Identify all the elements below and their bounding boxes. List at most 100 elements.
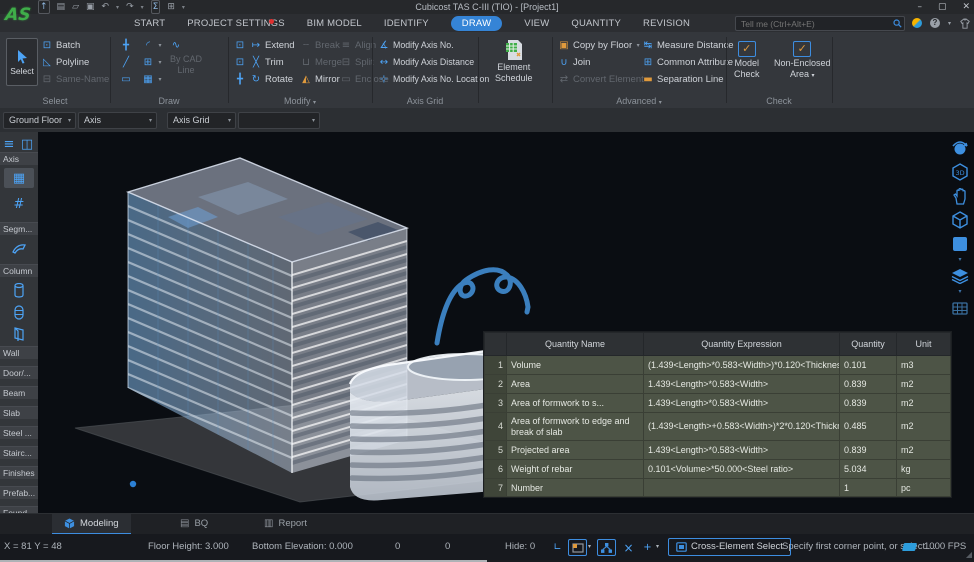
tab-draw[interactable]: DRAW xyxy=(451,16,502,31)
sidebar-group-finishes[interactable]: Finishes xyxy=(0,466,38,479)
hatch-tool-icon[interactable]: ⊞▾ xyxy=(142,54,163,70)
cross-element-select-button[interactable]: Cross-Element Select xyxy=(668,538,791,556)
tab-bim-model[interactable]: BIM MODEL xyxy=(307,18,362,29)
view-3d-icon[interactable]: 3D xyxy=(949,162,971,182)
same-name-select-button[interactable]: ⊟Same-Name xyxy=(41,71,109,87)
ortho-axes-icon[interactable]: ∟ xyxy=(548,539,567,556)
rotate-button[interactable]: ↻Rotate xyxy=(250,71,295,87)
floor-grid-icon[interactable] xyxy=(949,298,971,318)
table-row[interactable]: 1Volume (1.439<Length>*0.583<Width>)*0.1… xyxy=(485,356,951,375)
paint-icon[interactable] xyxy=(902,543,917,551)
help-icon[interactable]: ? xyxy=(930,18,940,28)
column-poly-icon[interactable] xyxy=(4,324,34,344)
redo-icon[interactable]: ↷ xyxy=(126,1,134,13)
rect-select-caret-icon[interactable]: ▾ xyxy=(588,534,591,560)
resize-grip[interactable]: ◢ xyxy=(966,550,972,559)
common-attribute-button[interactable]: ⊞Common Attribute xyxy=(642,54,734,70)
merge-button[interactable]: ⊔Merge xyxy=(300,54,342,70)
solid-view-icon[interactable] xyxy=(949,234,971,254)
maximize-button[interactable]: ▢ xyxy=(938,0,947,14)
solid-view-caret-icon[interactable]: ▾ xyxy=(958,258,961,262)
schedule-grid-icon[interactable]: ⊞ xyxy=(167,1,175,13)
layers-caret-icon[interactable]: ▾ xyxy=(958,290,961,294)
wireframe-cube-icon[interactable] xyxy=(949,210,971,230)
axis-grid-icon[interactable]: ▦ xyxy=(4,168,34,188)
sidebar-group-steel[interactable]: Steel ... xyxy=(0,426,38,439)
help-caret-icon[interactable]: ▾ xyxy=(948,20,951,27)
extend-button[interactable]: ↦Extend xyxy=(250,37,295,53)
separation-line-button[interactable]: ▬Separation Line xyxy=(642,71,734,87)
sidebar-group-column[interactable]: Column xyxy=(0,264,38,277)
sidebar-group-staircase[interactable]: Stairc... xyxy=(0,446,38,459)
sum-icon[interactable]: Σ xyxy=(151,0,161,14)
linked-elements-icon[interactable] xyxy=(597,539,616,556)
modify-axis-no-location-button[interactable]: ⊹Modify Axis No. Location xyxy=(378,71,489,87)
non-enclosed-area-button[interactable]: ✓ Non-Enclosed Area ▾ xyxy=(774,41,831,81)
layers-icon[interactable] xyxy=(949,266,971,286)
table-row[interactable]: 3Area of formwork to s... 1.439<Length>*… xyxy=(485,394,951,413)
element-name-dropdown[interactable]: Axis▾ xyxy=(78,112,157,129)
modify-axis-no-button[interactable]: ∡Modify Axis No. xyxy=(378,37,489,53)
sidebar-group-slab[interactable]: Slab xyxy=(0,406,38,419)
trim-button[interactable]: ╳Trim xyxy=(250,54,295,70)
pan-icon[interactable] xyxy=(949,186,971,206)
tab-report[interactable]: ▥Report xyxy=(252,514,319,533)
floor-dropdown[interactable]: Ground Floor▾ xyxy=(3,112,76,129)
tab-modeling[interactable]: Modeling xyxy=(52,514,131,535)
tellme-search[interactable] xyxy=(735,16,905,31)
arc-tool-icon[interactable]: ◜▾ xyxy=(142,37,163,53)
spline-tool-icon[interactable]: ∿ xyxy=(170,37,202,53)
sidebar-group-door[interactable]: Door/... xyxy=(0,366,38,379)
rect-tool-icon[interactable]: ▭ xyxy=(120,71,132,87)
group-label-advanced[interactable]: Advanced ▾ xyxy=(552,96,726,106)
brand-icon[interactable] xyxy=(912,18,922,28)
tab-start[interactable]: START xyxy=(134,18,165,29)
tab-bq[interactable]: ▤BQ xyxy=(168,514,220,533)
measure-distance-button[interactable]: ↹Measure Distance xyxy=(642,37,734,53)
sidebar-group-axis[interactable]: Axis xyxy=(0,152,38,165)
column-capsule-icon[interactable] xyxy=(4,302,34,322)
tab-view[interactable]: VIEW xyxy=(524,18,549,29)
table-row[interactable]: 5Projected area 1.439<Length>*0.583<Widt… xyxy=(485,441,951,460)
join-button[interactable]: ∪Join xyxy=(558,54,644,70)
panel-icon[interactable]: ◫ xyxy=(18,134,36,154)
rect-select-mode-icon[interactable] xyxy=(568,539,587,556)
search-input[interactable] xyxy=(739,17,891,30)
model-check-button[interactable]: ✓ Model Check xyxy=(734,41,760,79)
secondary-grid-icon[interactable]: # xyxy=(4,194,34,214)
extend-source-icon[interactable]: ⊡ xyxy=(234,37,246,53)
minimize-button[interactable]: – xyxy=(917,0,922,14)
move-icon[interactable]: ╋ xyxy=(234,71,246,87)
polyline-select-button[interactable]: ◺Polyline xyxy=(41,54,109,70)
trim-source-icon[interactable]: ⊡ xyxy=(234,54,246,70)
sidebar-group-prefab[interactable]: Prefab... xyxy=(0,486,38,499)
undo-caret-icon[interactable]: ▾ xyxy=(116,4,119,11)
tab-project-settings[interactable]: PROJECT SETTINGS xyxy=(187,18,285,29)
element-type-dropdown[interactable]: Axis Grid▾ xyxy=(167,112,236,129)
sidebar-group-wall[interactable]: Wall xyxy=(0,346,38,359)
grid-tool-icon[interactable]: ▦▾ xyxy=(142,71,163,87)
mirror-button[interactable]: ◭Mirror xyxy=(300,71,342,87)
break-button[interactable]: ┄Break xyxy=(300,37,342,53)
snap-crosshair-icon[interactable]: + xyxy=(638,539,657,556)
undo-icon[interactable]: ↶ xyxy=(102,1,110,13)
point-tool-icon[interactable]: ╋ xyxy=(120,37,132,53)
group-label-modify[interactable]: Modify ▾ xyxy=(228,96,372,106)
extra-dropdown[interactable]: ▾ xyxy=(238,112,320,129)
line-tool-icon[interactable]: ╱ xyxy=(120,54,132,70)
batch-select-button[interactable]: ⊡Batch xyxy=(41,37,109,53)
redo-caret-icon[interactable]: ▾ xyxy=(141,4,144,11)
orbit-icon[interactable] xyxy=(949,138,971,158)
open-folder-icon[interactable]: ▱ xyxy=(72,1,79,13)
theme-shirt-icon[interactable] xyxy=(959,18,971,29)
close-button[interactable]: ✕ xyxy=(962,0,970,14)
quick-access-more-icon[interactable]: ▾ xyxy=(182,4,185,11)
x-marker-icon[interactable]: × xyxy=(619,539,638,556)
table-row[interactable]: 7Number 1pc xyxy=(485,479,951,497)
upload-icon[interactable]: ↑ xyxy=(38,0,50,14)
tab-quantity[interactable]: QUANTITY xyxy=(571,18,621,29)
snap-caret-icon[interactable]: ▾ xyxy=(656,534,659,560)
element-schedule-button[interactable]: Element Schedule xyxy=(495,39,533,83)
save-icon[interactable]: ▣ xyxy=(86,1,95,13)
tab-identify[interactable]: IDENTIFY xyxy=(384,18,429,29)
